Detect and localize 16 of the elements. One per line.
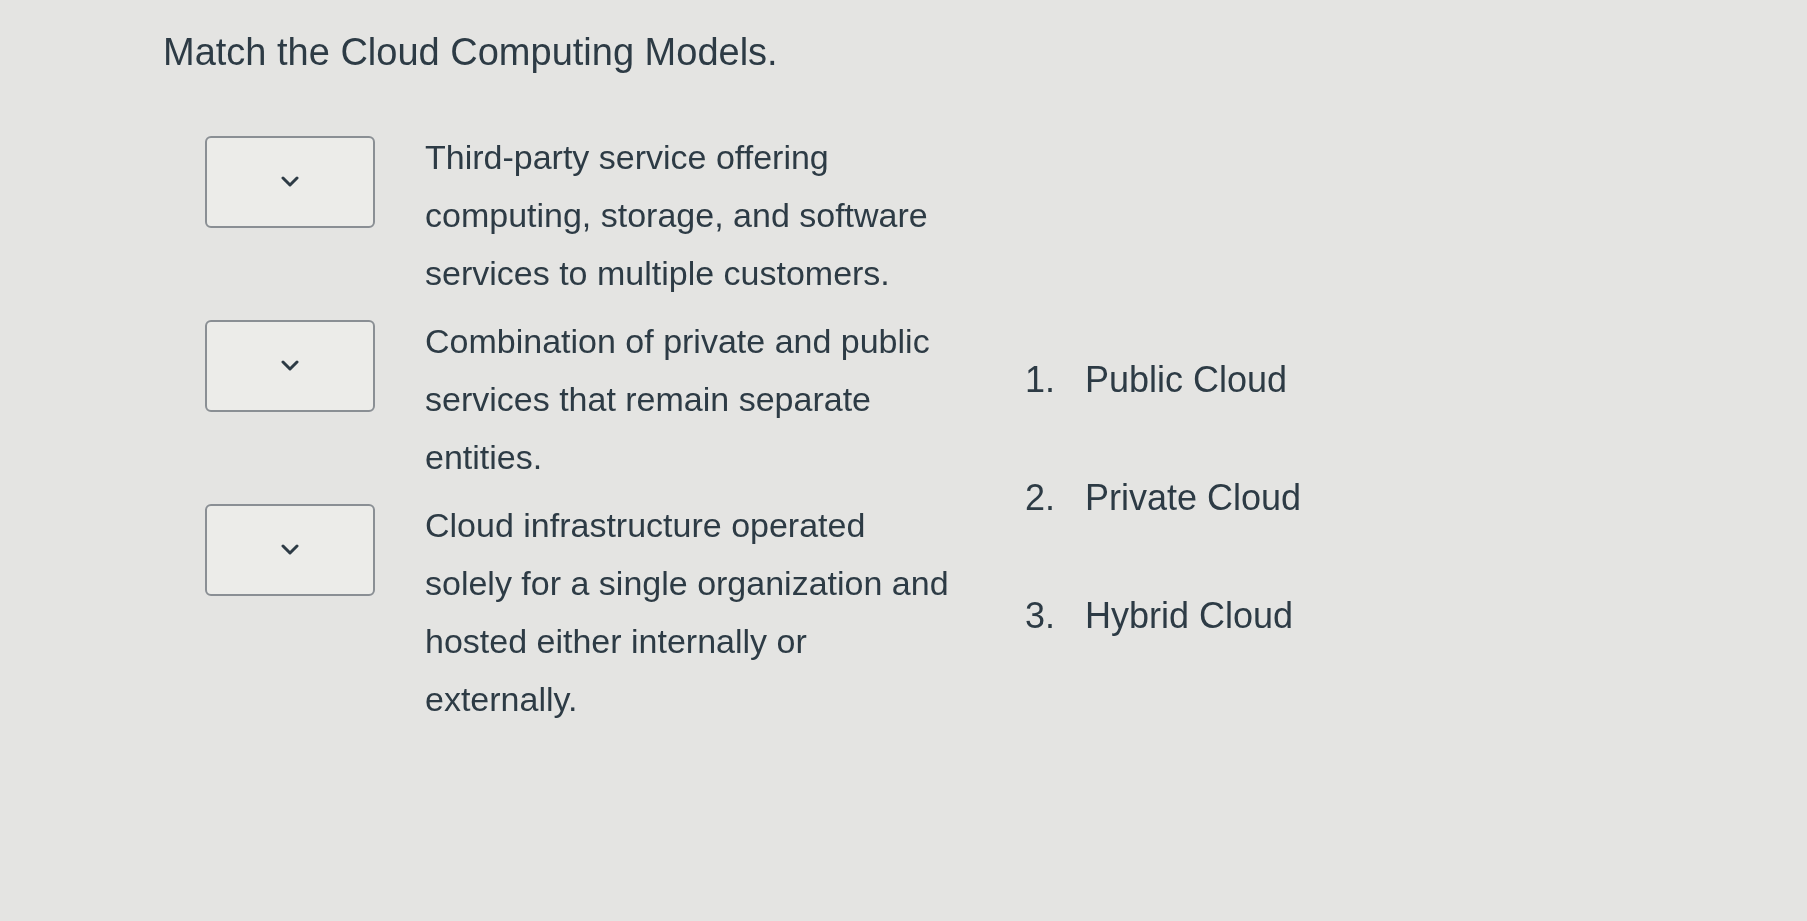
option-number: 2. bbox=[1023, 476, 1056, 520]
option-number: 3. bbox=[1023, 594, 1056, 638]
match-description: Combination of private and public services that remain separate entities. bbox=[425, 321, 931, 478]
answer-dropdown[interactable] bbox=[205, 320, 375, 412]
match-description: Third-party service offering computing, storage, and software services to multiple customers. bbox=[425, 137, 929, 294]
question-title: Match the Cloud Computing Models. bbox=[163, 30, 779, 75]
option-label: Private Cloud bbox=[1085, 476, 1302, 520]
option-number: 1. bbox=[1023, 358, 1056, 402]
chevron-down-icon bbox=[280, 360, 300, 372]
option-label: Public Cloud bbox=[1085, 358, 1288, 402]
answer-dropdown[interactable] bbox=[205, 136, 375, 228]
answer-dropdown[interactable] bbox=[205, 504, 375, 596]
option-label: Hybrid Cloud bbox=[1085, 594, 1294, 638]
match-description: Cloud infrastructure operated solely for a single organization and hosted either internally or externally. bbox=[425, 505, 950, 720]
chevron-down-icon bbox=[280, 176, 300, 188]
chevron-down-icon bbox=[280, 544, 300, 556]
